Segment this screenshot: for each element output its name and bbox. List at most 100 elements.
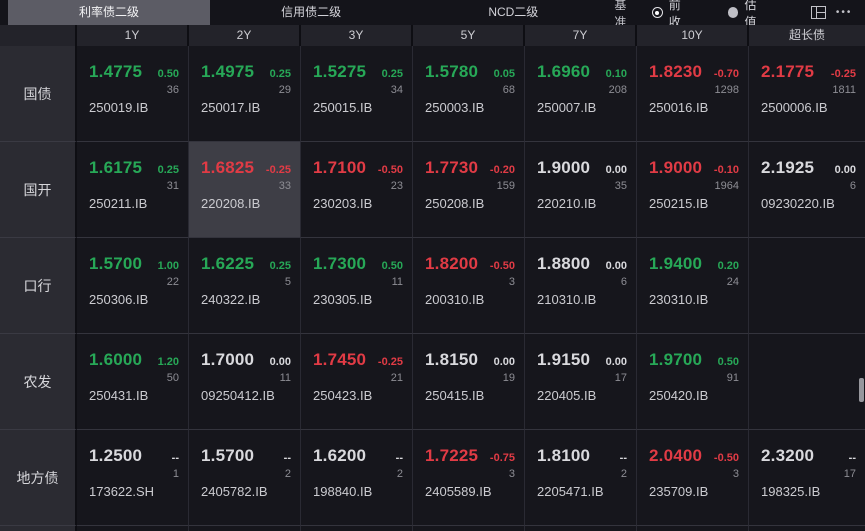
rate-cell[interactable]: 1.8800 0.00 6 210310.IB	[525, 238, 637, 334]
rate-cell[interactable]: 1.5780 0.05 68 250003.IB	[413, 46, 525, 142]
rate-cell[interactable]: 1.7730 -0.20 159 250208.IB	[413, 142, 525, 238]
bond-code: 250306.IB	[89, 292, 149, 307]
change-value: --	[283, 452, 291, 464]
rate-line: 1.5780 0.05	[425, 62, 515, 82]
column-header-1: 2Y	[189, 25, 301, 46]
change-value: 1.20	[157, 356, 179, 368]
rate-cell[interactable]: 1.6000 1.20 50 250431.IB	[77, 334, 189, 430]
rate-line: 1.2500 --	[89, 446, 179, 466]
row-label: 农发	[0, 334, 77, 430]
rate-cell[interactable]: 1.7100 -0.50 23 230203.IB	[301, 142, 413, 238]
change-value: 0.50	[157, 68, 179, 80]
rate-cell[interactable]: 1.9000 0.00 35 220210.IB	[525, 142, 637, 238]
change-value: 0.00	[605, 260, 627, 272]
rate-cell[interactable]: 1.6825 -0.25 33 220208.IB	[189, 142, 301, 238]
rate-cell	[749, 334, 865, 430]
rate-cell[interactable]: 1.5700 -- 2 2405782.IB	[189, 430, 301, 526]
rate-cell[interactable]: 1.6960 0.10 208 250007.IB	[525, 46, 637, 142]
rate-value: 1.8200	[425, 254, 479, 273]
trade-count: 6	[849, 180, 856, 192]
rate-value: 1.6000	[89, 350, 143, 369]
corner-cell	[0, 25, 77, 46]
bond-code: 198325.IB	[761, 484, 821, 499]
column-header-row: 1Y 2Y 3Y 5Y 7Y 10Y 超长债	[0, 25, 865, 46]
rate-cell[interactable]: 1.7300 0.50 11 230305.IB	[301, 238, 413, 334]
rate-cell[interactable]: 2.3200 -- 17 198325.IB	[749, 430, 865, 526]
rate-cell[interactable]: 1.8150 0.00 19 250415.IB	[413, 334, 525, 430]
trade-count: 23	[390, 180, 403, 192]
rate-line: 1.7225 -0.75	[425, 446, 515, 466]
trade-count: 35	[614, 180, 627, 192]
change-value: 0.00	[493, 356, 515, 368]
bond-code: 250423.IB	[313, 388, 373, 403]
rate-cell[interactable]: 1.8230 -0.70 1298 250016.IB	[637, 46, 749, 142]
rate-cell[interactable]: 1.5700 1.00 22 250306.IB	[77, 238, 189, 334]
rate-line: 1.7300 0.50	[313, 254, 403, 274]
rate-cell[interactable]: 2.1775 -0.25 1811 2500006.IB	[749, 46, 865, 142]
rate-cell[interactable]: 1.7225 -0.75 3 2405589.IB	[413, 430, 525, 526]
bond-code: 250431.IB	[89, 388, 149, 403]
trade-count: 2	[284, 468, 291, 480]
rate-line: 2.1925 0.00	[761, 158, 856, 178]
rate-cell[interactable]: 1.7000 0.00 11 09250412.IB	[189, 334, 301, 430]
change-value: 0.00	[605, 164, 627, 176]
rate-line: 1.8200 -0.50	[425, 254, 515, 274]
trade-count: 17	[843, 468, 856, 480]
rate-cell[interactable]: 1.2500 -- 1 173622.SH	[77, 430, 189, 526]
rate-cell[interactable]: 1.7450 -0.25 21 250423.IB	[301, 334, 413, 430]
tab-1[interactable]: 信用债二级	[210, 0, 412, 25]
rate-line: 1.6960 0.10	[537, 62, 627, 82]
rate-cell[interactable]: 1.9150 0.00 17 220405.IB	[525, 334, 637, 430]
rate-value: 1.7225	[425, 446, 479, 465]
tab-2[interactable]: NCD二级	[412, 0, 614, 25]
rate-value: 1.8230	[649, 62, 703, 81]
rate-cell[interactable]: 1.9700 0.50 91 250420.IB	[637, 334, 749, 430]
bond-code: 2405782.IB	[201, 484, 268, 499]
table-row: 口行 1.5700 1.00 22 250306.IB 1.6225 0.25 5 240322…	[0, 238, 865, 334]
trade-count: 6	[620, 276, 627, 288]
rate-value: 2.1925	[761, 158, 815, 177]
rate-cell[interactable]: 1.8200 -0.50 3 200310.IB	[413, 238, 525, 334]
tab-0[interactable]: 利率债二级	[8, 0, 211, 25]
rate-line: 1.9000 0.00	[537, 158, 627, 178]
rate-value: 1.7000	[201, 350, 255, 369]
column-header-0: 1Y	[77, 25, 189, 46]
vertical-scrollbar-thumb[interactable]	[859, 378, 864, 402]
rate-value: 1.5780	[425, 62, 479, 81]
bond-code: 250015.IB	[313, 100, 373, 115]
bond-code: 2405589.IB	[425, 484, 492, 499]
rate-cell[interactable]: 1.6200 -- 2 198840.IB	[301, 430, 413, 526]
radio-icon	[727, 7, 739, 18]
rate-cell[interactable]: 1.4975 0.25 29 250017.IB	[189, 46, 301, 142]
rate-value: 1.9000	[649, 158, 703, 177]
bond-code: 250017.IB	[201, 100, 261, 115]
trade-count: 11	[391, 276, 403, 288]
bond-code: 250415.IB	[425, 388, 485, 403]
rate-cell[interactable]: 1.6175 0.25 31 250211.IB	[77, 142, 189, 238]
rate-cell[interactable]: 1.6225 0.25 5 240322.IB	[189, 238, 301, 334]
rate-cell[interactable]: 2.0400 -0.50 3 235709.IB	[637, 430, 749, 526]
rate-cell[interactable]: 2.1925 0.00 6 09230220.IB	[749, 142, 865, 238]
more-options-icon[interactable]: •••	[833, 3, 855, 23]
bond-code: 198840.IB	[313, 484, 373, 499]
column-header-2: 3Y	[301, 25, 413, 46]
rate-cell[interactable]: 1.9000 -0.10 1964 250215.IB	[637, 142, 749, 238]
rate-cell[interactable]: 1.5275 0.25 34 250015.IB	[301, 46, 413, 142]
bond-code: 230305.IB	[313, 292, 373, 307]
panel-layout-icon[interactable]	[808, 3, 830, 23]
rate-line: 2.3200 --	[761, 446, 856, 466]
bond-code: 250007.IB	[537, 100, 597, 115]
change-value: -0.75	[489, 452, 515, 464]
trade-count: 1811	[832, 84, 856, 96]
rate-cell[interactable]: 1.9400 0.20 24 230310.IB	[637, 238, 749, 334]
rate-line: 1.9700 0.50	[649, 350, 739, 370]
trade-count: 5	[284, 276, 291, 288]
rate-line: 2.1775 -0.25	[761, 62, 856, 82]
bond-code: 210310.IB	[537, 292, 597, 307]
trade-count: 36	[166, 84, 179, 96]
rate-value: 1.7300	[313, 254, 367, 273]
rate-cell[interactable]: 1.8100 -- 2 2205471.IB	[525, 430, 637, 526]
rate-cell[interactable]: 1.4775 0.50 36 250019.IB	[77, 46, 189, 142]
rate-line: 1.5275 0.25	[313, 62, 403, 82]
change-value: --	[395, 452, 403, 464]
